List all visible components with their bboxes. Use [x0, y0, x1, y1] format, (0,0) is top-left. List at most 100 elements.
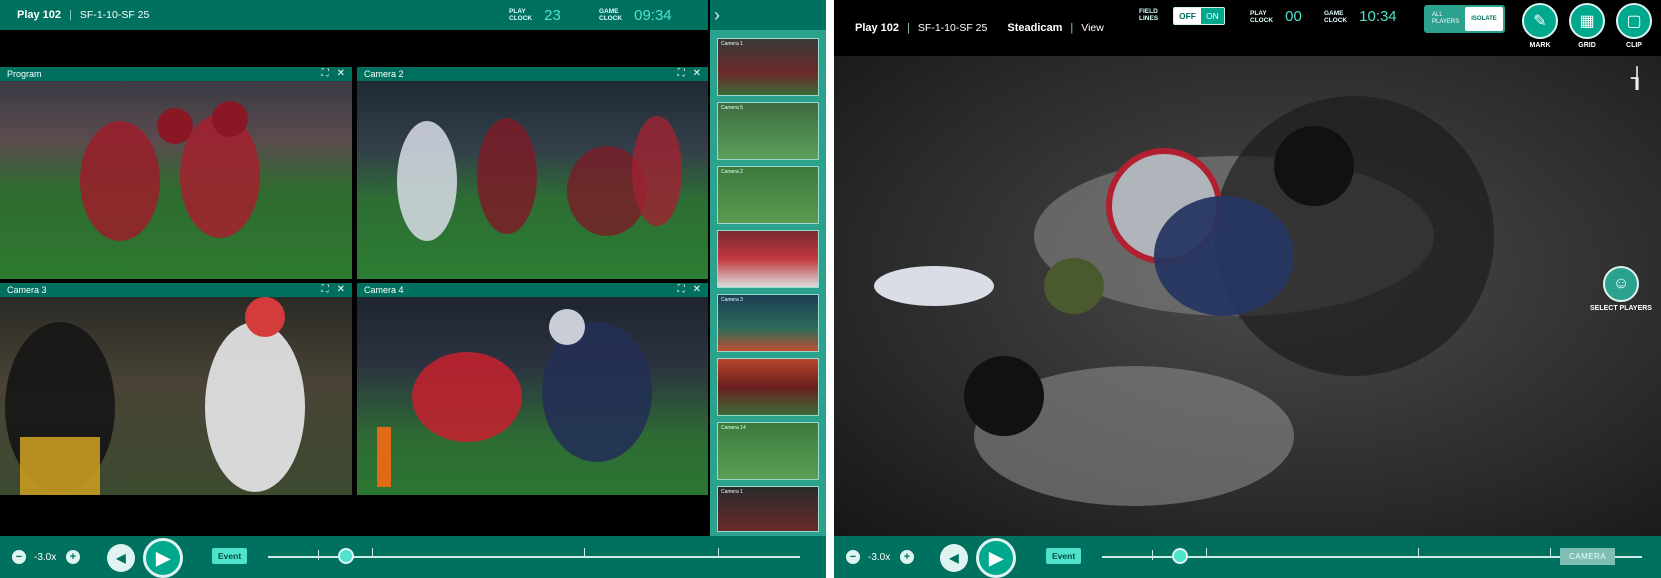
select-players-label: SELECT PLAYERS	[1590, 305, 1652, 312]
game-clock-value: 10:34	[1359, 8, 1397, 25]
close-icon[interactable]: ✕	[337, 69, 345, 79]
clip-icon[interactable]: ▢	[1616, 3, 1652, 39]
left-header: Play 102 | SF-1-10-SF 25 PLAY CLOCK 23 GA…	[0, 0, 708, 30]
video-frame	[834, 56, 1661, 536]
play-icon[interactable]: ▶	[976, 538, 1016, 578]
tile-label: Camera 4	[364, 285, 404, 295]
right-header: Play 102 | SF-1-10-SF 25 Steadicam | Vie…	[834, 0, 1661, 56]
thumbnail[interactable]: Camera 5	[717, 102, 819, 160]
thumbnail[interactable]: Camera 1	[717, 38, 819, 96]
select-players-icon[interactable]: ☺	[1602, 266, 1639, 302]
zoom-level: -3.0x	[34, 552, 57, 563]
separator: |	[69, 9, 72, 21]
thumbnail[interactable]: Camera 2	[717, 166, 819, 224]
tile-label: Program	[7, 69, 42, 79]
thumbnail-label: Camera 2	[721, 169, 743, 175]
timeline-tick	[1152, 550, 1153, 560]
tile-header: Program ⛶ ✕	[0, 67, 352, 81]
all-players-option[interactable]: ALL PLAYERS	[1426, 7, 1465, 31]
grid-icon[interactable]: ▦	[1569, 3, 1605, 39]
thumbnail[interactable]: Camera 3	[717, 294, 819, 352]
thumbnail-label: Camera 5	[721, 105, 743, 111]
timeline-tick	[718, 548, 719, 558]
thumbnail[interactable]	[717, 358, 819, 416]
isolate-option[interactable]: ISOLATE	[1465, 7, 1503, 31]
pencil-icon[interactable]: ✎	[1522, 3, 1558, 39]
grid-label: GRID	[1578, 42, 1596, 49]
select-players-tool[interactable]: ☺ SELECT PLAYERS	[1590, 266, 1652, 312]
timeline-scrubber[interactable]	[338, 548, 354, 564]
video-frame	[0, 297, 352, 495]
timeline-tick	[584, 548, 585, 558]
single-camera-panel: Play 102 | SF-1-10-SF 25 Steadicam | Vie…	[834, 0, 1661, 578]
close-icon[interactable]: ✕	[337, 285, 345, 295]
thumbnail[interactable]	[717, 230, 819, 288]
football-scene	[80, 101, 260, 241]
timeline-tick	[372, 548, 373, 558]
football-scene	[397, 116, 682, 241]
view-menu[interactable]: View	[1081, 22, 1104, 34]
expand-icon[interactable]: ⛶	[322, 285, 329, 295]
tile-camera-3[interactable]: Camera 3 ⛶ ✕	[0, 283, 352, 495]
football-scene	[5, 297, 305, 495]
tile-header: Camera 4 ⛶ ✕	[357, 283, 708, 297]
chevron-right-icon[interactable]: ›	[714, 5, 728, 25]
playback-bar: − -3.0x + ◀ ▶ Event	[0, 536, 826, 578]
tile-label: Camera 3	[7, 285, 47, 295]
thumbnail[interactable]: Camera 14	[717, 422, 819, 480]
tile-camera-4[interactable]: Camera 4 ⛶ ✕	[357, 283, 708, 495]
grid-tool[interactable]: ▦ GRID	[1569, 3, 1605, 49]
step-back-icon[interactable]: ◀	[940, 544, 968, 572]
expand-icon[interactable]: ⛶	[678, 285, 685, 295]
thumbnail-label: Camera 3	[721, 297, 743, 303]
play-clock-value: 00	[1285, 8, 1302, 25]
mark-tool[interactable]: ✎ MARK	[1522, 3, 1558, 49]
thumbnail-label: Camera 1	[721, 489, 743, 495]
thumbnail-label: Camera 14	[721, 425, 746, 431]
close-icon[interactable]: ✕	[693, 285, 701, 295]
expand-icon[interactable]: ⛶	[678, 69, 685, 79]
plus-icon[interactable]: +	[900, 550, 914, 564]
player-view-toggle[interactable]: ALL PLAYERS ISOLATE	[1424, 5, 1505, 33]
step-back-icon[interactable]: ◀	[107, 544, 135, 572]
field-lines-on[interactable]: ON	[1201, 8, 1224, 24]
camera-button[interactable]: CAMERA	[1560, 548, 1616, 565]
timeline-scrubber[interactable]	[1172, 548, 1188, 564]
field-lines-off[interactable]: OFF	[1174, 8, 1201, 24]
mark-label: MARK	[1529, 42, 1551, 49]
thumbnail-strip-header: ›	[708, 0, 826, 30]
play-icon[interactable]: ▶	[143, 538, 183, 578]
isolated-player-scene	[874, 96, 1494, 506]
play-code: SF-1-10-SF 25	[917, 22, 988, 34]
plus-icon[interactable]: +	[66, 550, 80, 564]
close-icon[interactable]: ✕	[693, 69, 701, 79]
play-title: Play 102	[855, 22, 900, 34]
timeline-tick	[318, 550, 319, 560]
play-code: SF-1-10-SF 25	[79, 9, 150, 21]
expand-icon[interactable]: ⛶	[322, 69, 329, 79]
game-clock: GAME CLOCK 09:34	[599, 6, 672, 24]
multicam-panel: Play 102 | SF-1-10-SF 25 PLAY CLOCK 23 GA…	[0, 0, 826, 578]
play-clock: PLAY CLOCK 23	[509, 6, 561, 24]
play-title: Play 102	[17, 9, 62, 21]
field-lines-toggle[interactable]: OFF ON	[1173, 7, 1225, 25]
play-clock-value: 23	[544, 6, 561, 24]
collapse-icon[interactable]: ┧	[1631, 66, 1643, 91]
thumbnail-label: Camera 1	[721, 41, 743, 47]
tile-header: Camera 3 ⛶ ✕	[0, 283, 352, 297]
zoom-level: -3.0x	[868, 552, 891, 563]
minus-icon[interactable]: −	[12, 550, 26, 564]
clip-tool[interactable]: ▢ CLIP	[1616, 3, 1652, 49]
play-clock: PLAY CLOCK 00	[1250, 8, 1302, 25]
timeline-tick	[1206, 548, 1207, 558]
timeline-tick	[1418, 548, 1419, 558]
minus-icon[interactable]: −	[846, 550, 860, 564]
tile-camera-2[interactable]: Camera 2 ⛶ ✕	[357, 67, 708, 279]
football-scene	[377, 309, 652, 487]
video-frame	[0, 81, 352, 279]
tile-program[interactable]: Program ⛶ ✕	[0, 67, 352, 279]
field-lines-label: FIELD LINES	[1139, 8, 1159, 22]
clip-label: CLIP	[1626, 42, 1642, 49]
event-marker-label: Event	[212, 548, 248, 564]
thumbnail[interactable]: Camera 1	[717, 486, 819, 532]
